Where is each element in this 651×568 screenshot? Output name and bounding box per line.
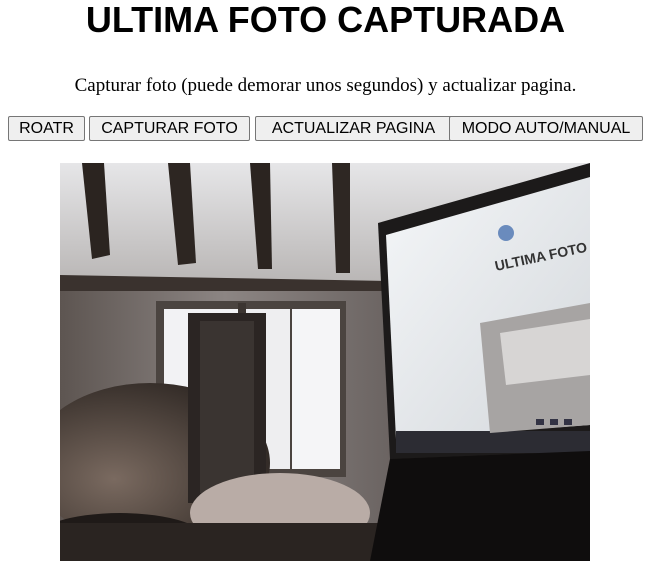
page-title: ULTIMA FOTO CAPTURADA	[85, 0, 566, 40]
capture-photo-button[interactable]: CAPTURAR FOTO	[89, 116, 250, 141]
rotate-button[interactable]: ROATR	[8, 116, 85, 141]
page: ULTIMA FOTO CAPTURADA Capturar foto (pue…	[0, 0, 651, 568]
captured-photo-image: ULTIMA FOTO	[60, 163, 590, 561]
instructions-text: Capturar foto (puede demorar unos segund…	[74, 75, 577, 96]
auto-manual-mode-button[interactable]: MODO AUTO/MANUAL	[449, 116, 643, 141]
captured-photo: ULTIMA FOTO	[60, 163, 590, 561]
refresh-page-button[interactable]: ACTUALIZAR PAGINA	[255, 116, 452, 141]
